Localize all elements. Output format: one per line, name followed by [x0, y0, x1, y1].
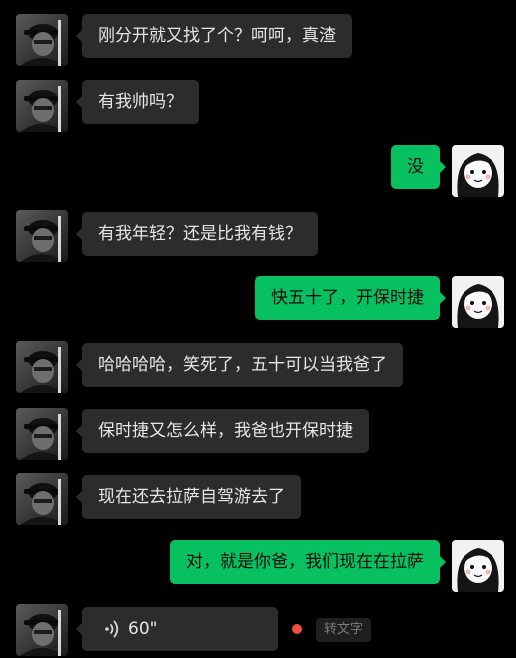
contact-avatar[interactable]: [16, 341, 68, 393]
man-avatar-icon: [16, 210, 68, 262]
contact-avatar[interactable]: [16, 604, 68, 656]
man-avatar-icon: [16, 341, 68, 393]
contact-avatar[interactable]: [16, 408, 68, 460]
user-avatar[interactable]: [452, 276, 504, 328]
contact-avatar[interactable]: [16, 210, 68, 262]
user-avatar[interactable]: [452, 540, 504, 592]
incoming-message-bubble[interactable]: 有我帅吗？: [76, 80, 199, 124]
girl-avatar-icon: [452, 145, 504, 197]
man-avatar-icon: [16, 604, 68, 656]
man-avatar-icon: [16, 14, 68, 66]
contact-avatar[interactable]: [16, 80, 68, 132]
convert-to-text-button[interactable]: 转文字: [316, 618, 372, 642]
incoming-message-bubble[interactable]: 刚分开就又找了个？呵呵，真渣: [76, 14, 352, 58]
user-avatar[interactable]: [452, 145, 504, 197]
man-avatar-icon: [16, 473, 68, 525]
contact-avatar[interactable]: [16, 14, 68, 66]
incoming-message-bubble[interactable]: 保时捷又怎么样，我爸也开保时捷: [76, 409, 369, 453]
voice-duration: 60": [128, 619, 158, 639]
incoming-message-bubble[interactable]: 现在还去拉萨自驾游去了: [76, 475, 301, 519]
voice-message-bubble[interactable]: 60": [76, 607, 278, 651]
incoming-message-bubble[interactable]: 哈哈哈哈，笑死了，五十可以当我爸了: [76, 343, 403, 387]
voice-wave-icon: [105, 620, 119, 638]
outgoing-message-bubble[interactable]: 快五十了，开保时捷: [255, 276, 446, 320]
contact-avatar[interactable]: [16, 473, 68, 525]
outgoing-message-bubble[interactable]: 对，就是你爸，我们现在在拉萨: [170, 540, 446, 584]
chat-window: 刚分开就又找了个？呵呵，真渣 有我帅吗？ 没 有我年轻？还是比我有钱？ 快五十了…: [0, 0, 516, 658]
unread-dot-icon: [292, 624, 302, 634]
outgoing-message-bubble[interactable]: 没: [391, 145, 446, 189]
man-avatar-icon: [16, 408, 68, 460]
incoming-message-bubble[interactable]: 有我年轻？还是比我有钱？: [76, 212, 318, 256]
girl-avatar-icon: [452, 276, 504, 328]
girl-avatar-icon: [452, 540, 504, 592]
man-avatar-icon: [16, 80, 68, 132]
